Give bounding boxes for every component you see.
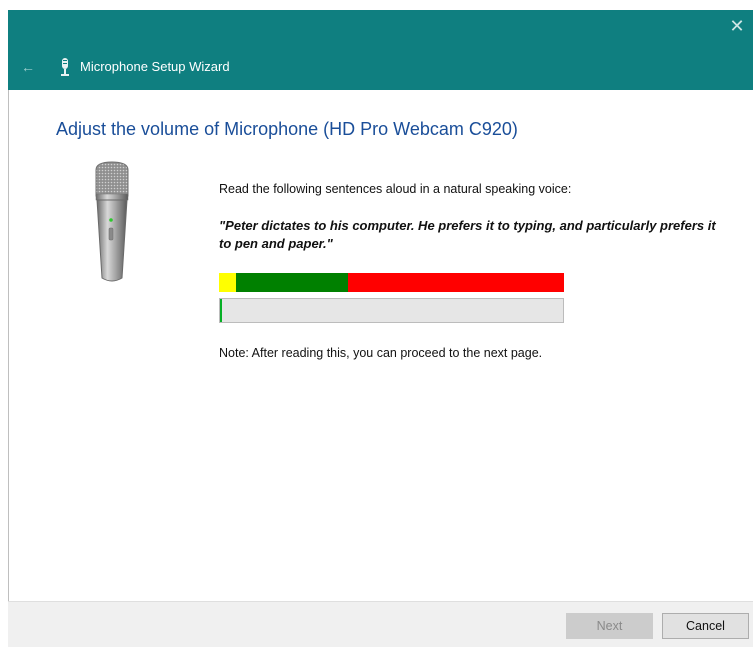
next-button[interactable]: Next <box>566 613 653 639</box>
page-heading: Adjust the volume of Microphone (HD Pro … <box>56 119 518 139</box>
window-border <box>8 90 9 646</box>
volume-progress-fill <box>220 299 223 322</box>
level-meter-segment <box>219 273 237 292</box>
level-meter-segment <box>348 273 564 292</box>
level-meter-segment <box>236 273 349 292</box>
level-meter <box>219 273 564 292</box>
top-strip <box>0 0 753 10</box>
microphone-icon <box>61 58 69 76</box>
note-text: Note: After reading this, you can procee… <box>219 346 543 360</box>
window-title: Microphone Setup Wizard <box>80 59 230 74</box>
back-arrow-button[interactable]: ← <box>18 57 38 77</box>
cancel-button[interactable]: Cancel <box>662 613 749 639</box>
quote-text: "Peter dictates to his computer. He pref… <box>219 218 716 251</box>
microphone-illustration-icon <box>95 161 129 282</box>
volume-progress-bar <box>219 298 564 323</box>
title-bar: ✕ ← Microphone Setup Wizard <box>8 10 753 90</box>
instructions-text: Read the following sentences aloud in a … <box>219 182 572 196</box>
close-button[interactable]: ✕ <box>727 16 747 36</box>
